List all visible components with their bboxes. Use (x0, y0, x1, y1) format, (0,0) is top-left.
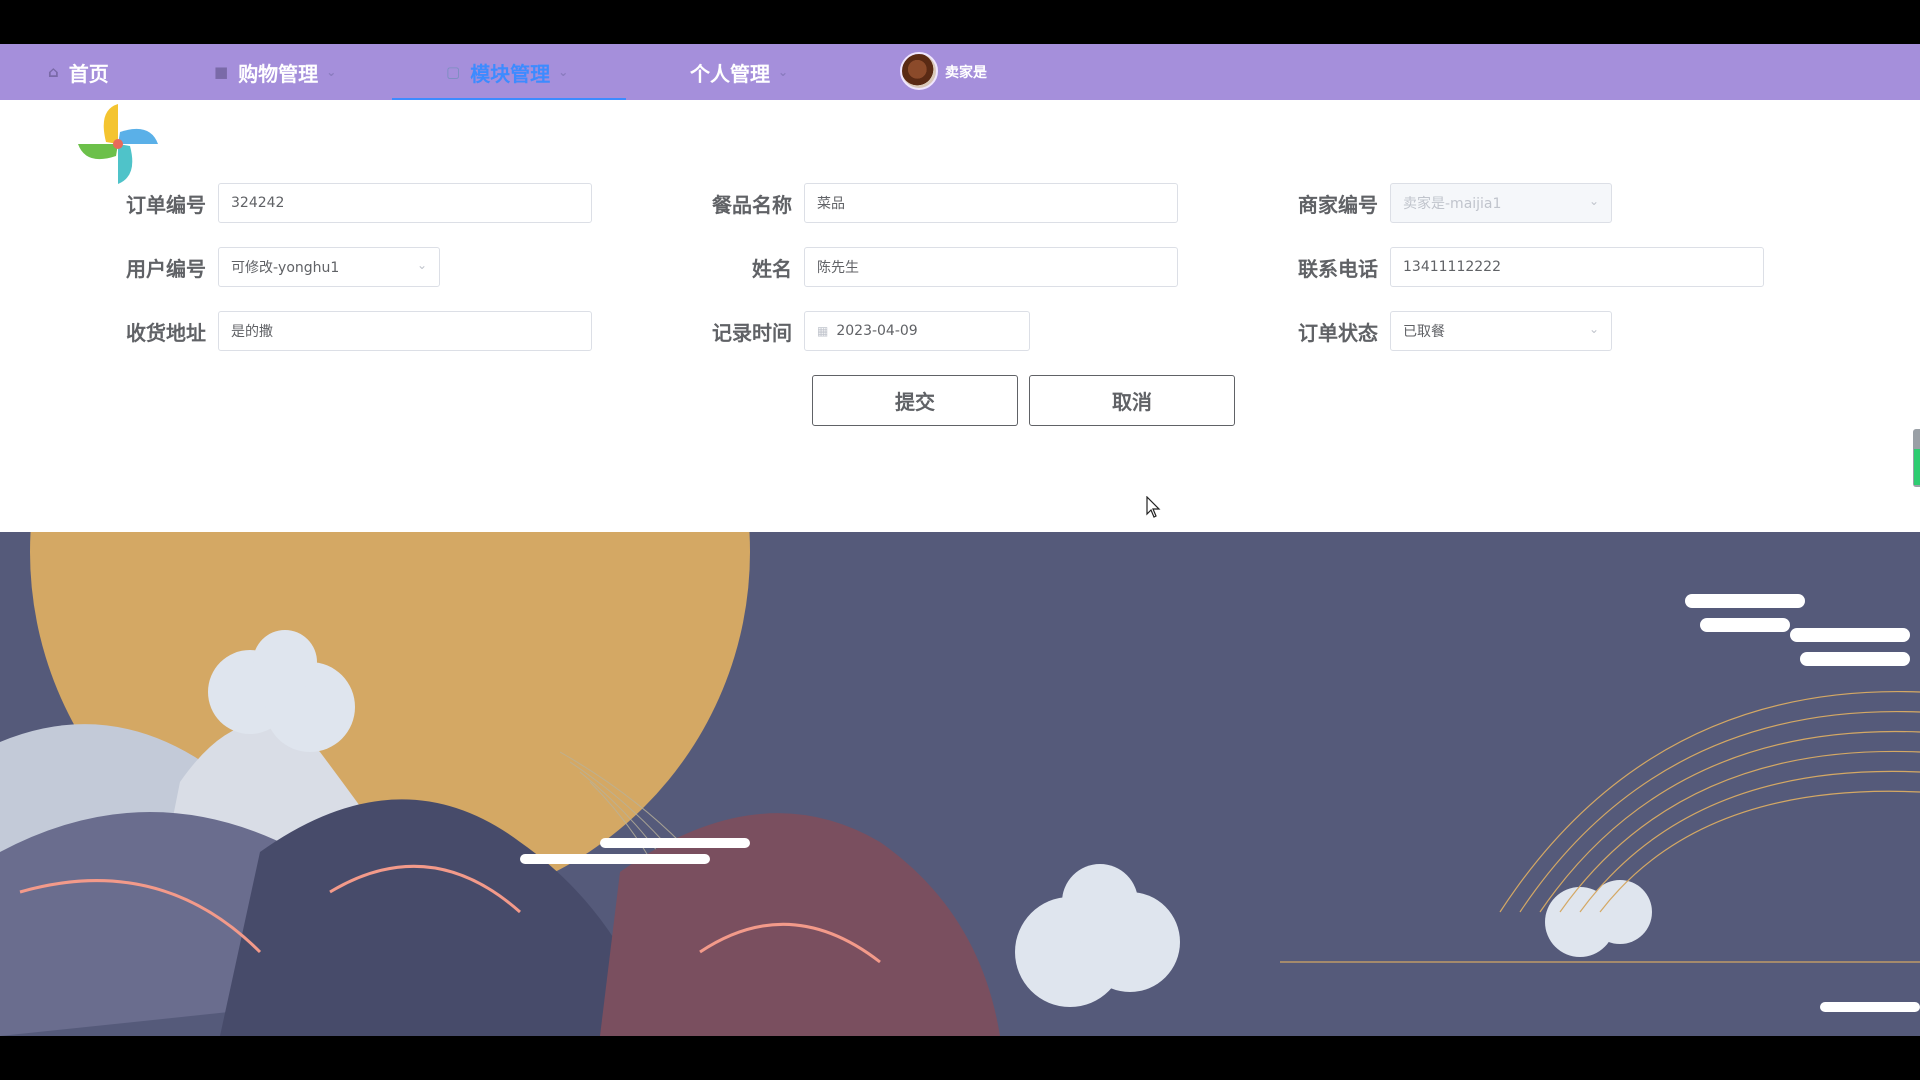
dish-name-label: 餐品名称 (712, 192, 792, 217)
submit-button[interactable]: 提交 (812, 375, 1018, 426)
order-status-label: 订单状态 (1298, 320, 1378, 345)
calendar-icon: ▦ (817, 324, 829, 338)
top-nav-bar: ⌂ 首页 ■ 购物管理 ⌄ ▢ 模块管理 ⌄ 个人管理 ⌄ 卖家是 (0, 44, 1920, 100)
user-no-select[interactable]: 可修改-yonghu1 ⌄ (218, 247, 440, 287)
nav-shopping-management[interactable]: ■ 购物管理 ⌄ (214, 44, 336, 100)
nav-personal-label: 个人管理 (690, 61, 770, 86)
address-label: 收货地址 (126, 320, 206, 345)
record-time-label: 记录时间 (712, 320, 792, 345)
chevron-down-icon: ⌄ (416, 258, 427, 272)
cancel-button[interactable]: 取消 (1029, 375, 1235, 426)
active-tab-underline (392, 98, 626, 100)
chevron-down-icon: ⌄ (558, 65, 569, 79)
record-time-value: 2023-04-09 (836, 323, 918, 339)
landscape-illustration (0, 532, 1920, 1036)
chevron-down-icon: ⌄ (1588, 322, 1599, 336)
address-input[interactable]: 是的撒 (218, 311, 592, 351)
lock-icon: ■ (214, 63, 229, 81)
mouse-cursor-icon (1146, 496, 1161, 518)
merchant-no-label: 商家编号 (1298, 192, 1378, 217)
avatar[interactable] (900, 52, 938, 90)
chevron-down-icon: ⌄ (778, 65, 789, 79)
order-status-select[interactable]: 已取餐 ⌄ (1390, 311, 1612, 351)
dish-name-value: 菜品 (817, 196, 845, 212)
dish-name-input[interactable]: 菜品 (804, 183, 1178, 223)
name-label: 姓名 (752, 256, 792, 281)
phone-value: 13411112222 (1403, 259, 1501, 275)
pinwheel-logo (78, 104, 158, 184)
merchant-no-select: 卖家是-maijia1 ⌄ (1390, 183, 1612, 223)
nav-home[interactable]: ⌂ 首页 (48, 44, 109, 100)
merchant-no-value: 卖家是-maijia1 (1403, 196, 1502, 212)
phone-input[interactable]: 13411112222 (1390, 247, 1764, 287)
address-value: 是的撒 (231, 324, 273, 340)
phone-label: 联系电话 (1298, 256, 1378, 281)
username: 卖家是 (945, 65, 987, 81)
chevron-down-icon: ⌄ (326, 65, 337, 79)
user-no-value: 可修改-yonghu1 (231, 260, 340, 276)
module-icon: ▢ (446, 63, 461, 81)
side-indicator (1914, 449, 1920, 485)
nav-personal-management[interactable]: 个人管理 ⌄ (690, 44, 788, 100)
app-screen: ⌂ 首页 ■ 购物管理 ⌄ ▢ 模块管理 ⌄ 个人管理 ⌄ 卖家是 订单编号 3… (0, 44, 1920, 1036)
nav-module-label: 模块管理 (470, 61, 551, 86)
name-value: 陈先生 (817, 260, 859, 276)
decorative-banner (0, 532, 1920, 1036)
order-status-value: 已取餐 (1403, 324, 1445, 340)
nav-module-management[interactable]: ▢ 模块管理 ⌄ (446, 44, 568, 100)
user-no-label: 用户编号 (126, 256, 206, 281)
order-no-input[interactable]: 324242 (218, 183, 592, 223)
order-no-value: 324242 (231, 195, 285, 211)
name-input[interactable]: 陈先生 (804, 247, 1178, 287)
home-icon: ⌂ (48, 63, 59, 81)
order-no-label: 订单编号 (126, 192, 206, 217)
nav-home-label: 首页 (68, 61, 109, 86)
nav-shopping-label: 购物管理 (238, 61, 319, 86)
record-time-datepicker[interactable]: ▦ 2023-04-09 (804, 311, 1030, 351)
chevron-down-icon: ⌄ (1588, 194, 1599, 208)
